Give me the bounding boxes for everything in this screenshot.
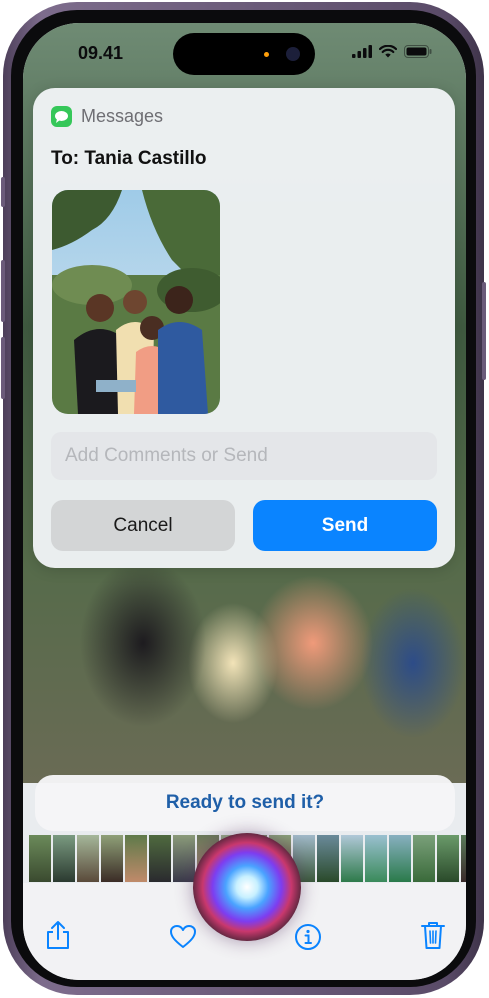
app-name: Messages (81, 106, 164, 126)
heart-icon[interactable] (169, 924, 197, 949)
attached-photo[interactable] (52, 190, 220, 414)
wifi-icon (379, 45, 397, 58)
action-button (1, 177, 5, 207)
status-bar: 09.41 (23, 23, 466, 83)
camera-lens (286, 47, 300, 61)
recipient-line: To: Tania Castillo (51, 148, 207, 169)
photo-thumbnail[interactable] (461, 835, 466, 882)
status-time: 09.41 (78, 43, 124, 63)
photo-thumbnail[interactable] (437, 835, 459, 882)
volume-down-button (1, 337, 5, 399)
send-button[interactable]: Send (253, 500, 437, 551)
volume-up-button (1, 260, 5, 322)
siri-orb[interactable] (193, 833, 301, 941)
photo-thumbnail[interactable] (413, 835, 435, 882)
share-icon[interactable] (45, 920, 71, 950)
privacy-indicator (264, 52, 269, 57)
photo-thumbnail[interactable] (389, 835, 411, 882)
messages-app-icon (51, 106, 72, 127)
siri-suggestion: Ready to send it? (35, 775, 455, 831)
photo-thumbnail[interactable] (341, 835, 363, 882)
comment-input[interactable] (63, 444, 437, 468)
photo-thumbnail[interactable] (173, 835, 195, 882)
app-header: Messages (51, 106, 163, 127)
status-icons (352, 45, 432, 58)
screen: 09.41 Messages To: Tania Castillo Add Co… (23, 23, 466, 980)
photo-thumbnail[interactable] (365, 835, 387, 882)
photo-thumbnail[interactable] (53, 835, 75, 882)
side-button (482, 282, 486, 380)
cellular-signal-icon (352, 45, 372, 58)
photo-thumbnail[interactable] (101, 835, 123, 882)
photo-thumbnail[interactable] (77, 835, 99, 882)
photo-thumbnail[interactable] (125, 835, 147, 882)
message-share-card: Messages To: Tania Castillo Add Comments… (33, 88, 455, 568)
photo-thumbnail[interactable] (317, 835, 339, 882)
cancel-button[interactable]: Cancel (51, 500, 235, 551)
info-icon[interactable] (294, 923, 322, 951)
photo-thumbnail[interactable] (29, 835, 51, 882)
photo-thumbnail[interactable] (149, 835, 171, 882)
battery-icon (404, 45, 432, 58)
trash-icon[interactable] (420, 920, 446, 950)
comment-field[interactable] (51, 432, 437, 480)
dynamic-island (173, 33, 315, 75)
